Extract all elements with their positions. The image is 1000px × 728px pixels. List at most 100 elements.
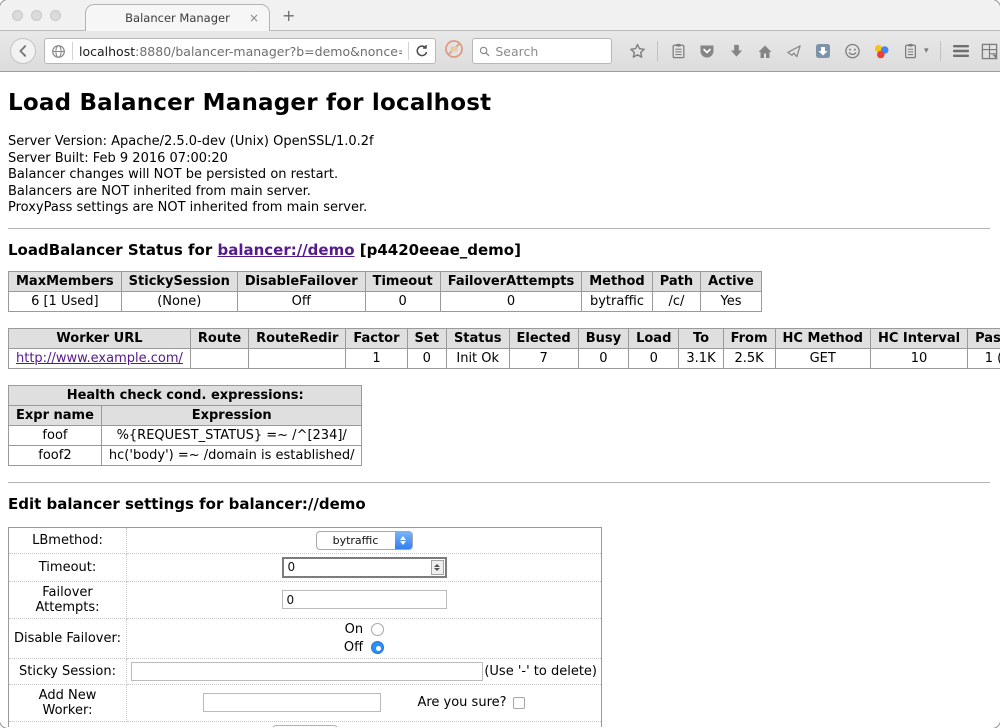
cell-expression: %{REQUEST_STATUS} =~ /^[234]/ <box>101 425 362 445</box>
tab-balancer-manager[interactable]: Balancer Manager × <box>85 4 270 31</box>
cell-expr-name: foof2 <box>9 445 102 465</box>
video-download-extension-icon[interactable] <box>814 42 832 60</box>
tile-tabs-extension-icon[interactable] <box>981 42 999 60</box>
reading-list-icon[interactable] <box>669 42 687 60</box>
clipboard-extension-icon[interactable] <box>901 42 919 60</box>
send-tab-icon[interactable] <box>785 42 803 60</box>
form-row-disable-failover: Disable Failover: On Off <box>9 618 602 658</box>
disable-failover-off-radio[interactable] <box>371 641 384 654</box>
lbmethod-label: LBmethod: <box>9 527 127 553</box>
menu-hamburger-icon[interactable] <box>952 42 970 60</box>
worker-table: Worker URL Route RouteRedir Factor Set S… <box>8 328 1000 369</box>
server-version-line: Server Version: Apache/2.5.0-dev (Unix) … <box>8 134 990 151</box>
select-stepper-icon <box>395 531 412 550</box>
persist-note-line: Balancer changes will NOT be persisted o… <box>8 167 990 184</box>
divider <box>8 482 990 483</box>
col-maxmembers: MaxMembers <box>9 271 122 291</box>
edit-balancer-form: LBmethod: bytraffic Timeout: 0 <box>8 527 602 728</box>
table-row: http://www.example.com/ 1 0 Init Ok 7 0 … <box>9 348 1000 368</box>
col-set: Set <box>407 328 446 348</box>
cell-method: bytraffic <box>582 291 652 311</box>
edit-section-heading: Edit balancer settings for balancer://de… <box>8 495 990 513</box>
form-row-failover-attempts: Failover Attempts: <box>9 581 602 618</box>
search-input[interactable] <box>495 44 605 59</box>
disable-failover-label: Disable Failover: <box>9 618 127 658</box>
are-you-sure-checkbox[interactable] <box>513 697 525 709</box>
form-row-sticky-session: Sticky Session: (Use '-' to delete) <box>9 658 602 684</box>
cell-passes: 1 (0) <box>968 348 1000 368</box>
minimize-window-button[interactable] <box>31 10 42 21</box>
downloads-icon[interactable] <box>727 42 745 60</box>
back-arrow-icon <box>16 44 30 58</box>
cell-elected: 7 <box>509 348 578 368</box>
feedback-smiley-icon[interactable] <box>843 42 861 60</box>
number-spinner-icon[interactable] <box>431 560 444 575</box>
col-timeout: Timeout <box>365 271 440 291</box>
cell-timeout: 0 <box>365 291 440 311</box>
cell-active: Yes <box>701 291 762 311</box>
home-icon[interactable] <box>756 42 774 60</box>
search-bar[interactable] <box>472 38 612 64</box>
balancer-demo-link[interactable]: balancer://demo <box>217 241 354 259</box>
col-disablefailover: DisableFailover <box>237 271 365 291</box>
failover-attempts-input[interactable] <box>282 590 447 609</box>
cell-worker-url: http://www.example.com/ <box>9 348 191 368</box>
window-controls[interactable] <box>12 10 61 21</box>
page-content: Load Balancer Manager for localhost Serv… <box>0 72 1000 727</box>
radio-on-label: On <box>344 622 363 637</box>
timeout-value: 0 <box>288 560 431 574</box>
url-text: localhost:8880/balancer-manager?b=demo&n… <box>79 44 402 59</box>
content-blocked-icon[interactable] <box>444 39 464 63</box>
col-routeredir: RouteRedir <box>249 328 346 348</box>
inherit-note-line: Balancers are NOT inherited from main se… <box>8 184 990 201</box>
chevron-down-icon[interactable]: ▾ <box>924 46 929 56</box>
divider <box>8 228 990 229</box>
timeout-input[interactable]: 0 <box>282 557 447 578</box>
health-check-title: Health check cond. expressions: <box>9 385 362 405</box>
cell-failoverattempts: 0 <box>440 291 582 311</box>
search-icon <box>479 45 490 58</box>
col-stickysession: StickySession <box>121 271 237 291</box>
pocket-icon[interactable] <box>698 42 716 60</box>
new-tab-button[interactable]: + <box>282 6 295 25</box>
table-header-row: Worker URL Route RouteRedir Factor Set S… <box>9 328 1000 348</box>
tab-bar: Balancer Manager × + <box>0 0 1000 30</box>
cell-expression: hc('body') =~ /domain is established/ <box>101 445 362 465</box>
cell-hc-method: GET <box>775 348 870 368</box>
reload-icon[interactable] <box>415 44 429 58</box>
cell-from: 2.5K <box>723 348 775 368</box>
col-active: Active <box>701 271 762 291</box>
close-window-button[interactable] <box>12 10 23 21</box>
urlbar-divider <box>72 42 73 60</box>
col-busy: Busy <box>578 328 628 348</box>
browser-window: Balancer Manager × + localhost:8880/bala… <box>0 0 1000 728</box>
col-expression: Expression <box>101 405 362 425</box>
back-button[interactable] <box>10 38 36 64</box>
url-input[interactable]: localhost:8880/balancer-manager?b=demo&n… <box>44 38 436 64</box>
sticky-session-label: Sticky Session: <box>9 658 127 684</box>
lbmethod-select[interactable]: bytraffic <box>316 531 413 550</box>
zoom-window-button[interactable] <box>50 10 61 21</box>
navigation-toolbar: localhost:8880/balancer-manager?b=demo&n… <box>0 30 1000 72</box>
worker-url-link[interactable]: http://www.example.com/ <box>16 351 183 366</box>
url-host: localhost <box>79 44 135 59</box>
cell-expr-name: foof <box>9 425 102 445</box>
form-row-lbmethod: LBmethod: bytraffic <box>9 527 602 553</box>
sticky-session-input[interactable] <box>131 662 483 681</box>
close-tab-icon[interactable]: × <box>249 11 259 25</box>
col-path: Path <box>652 271 700 291</box>
colored-dots-extension-icon[interactable] <box>872 42 890 60</box>
server-built-line: Server Built: Feb 9 2016 07:00:20 <box>8 151 990 168</box>
add-worker-input[interactable] <box>203 693 381 712</box>
cell-set: 0 <box>407 348 446 368</box>
toolbar-divider <box>657 41 658 61</box>
disable-failover-on-radio[interactable] <box>371 623 384 636</box>
cell-factor: 1 <box>346 348 407 368</box>
sticky-session-note: (Use '-' to delete) <box>484 664 597 679</box>
bookmark-star-icon[interactable] <box>628 42 646 60</box>
submit-button[interactable]: Submit <box>272 725 339 728</box>
status-section-heading: LoadBalancer Status for balancer://demo … <box>8 241 990 259</box>
lbmethod-selected-value: bytraffic <box>317 534 395 547</box>
proxypass-note-line: ProxyPass settings are NOT inherited fro… <box>8 200 990 217</box>
add-worker-label: Add New Worker: <box>9 684 127 721</box>
